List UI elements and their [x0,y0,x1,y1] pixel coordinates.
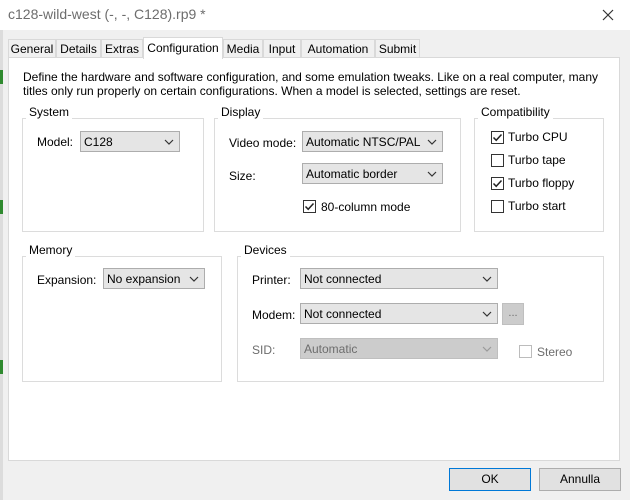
tab-details[interactable]: Details [56,39,101,57]
sid-select[interactable]: Automatic [300,338,498,359]
tab-media[interactable]: Media [223,39,263,57]
window-title: c128-wild-west (-, -, C128).rp9 * [8,6,206,22]
model-value: C128 [84,135,113,149]
80-column-mode-label: 80-column mode [321,200,411,214]
size-value: Automatic border [306,167,398,181]
video-mode-label: Video mode: [229,136,297,150]
turbo-floppy-label: Turbo floppy [508,176,575,190]
configuration-description: Define the hardware and software configu… [23,70,598,98]
turbo-floppy-checkbox[interactable] [491,177,504,190]
printer-select[interactable]: Not connected [300,268,498,289]
tab-configuration[interactable]: Configuration [143,37,223,59]
chevron-down-icon [164,139,174,145]
memory-group-title: Memory [26,243,76,257]
printer-value: Not connected [304,272,382,286]
tab-extras[interactable]: Extras [101,39,143,57]
expansion-label: Expansion: [37,273,97,287]
expansion-select[interactable]: No expansion [103,268,205,289]
video-mode-select[interactable]: Automatic NTSC/PAL [302,131,443,152]
turbo-tape-label: Turbo tape [508,153,566,167]
chevron-down-icon [482,311,492,317]
ok-button[interactable]: OK [449,468,531,491]
checkmark-icon [492,133,503,142]
sid-label: SID: [252,343,276,357]
compatibility-group-title: Compatibility [478,105,553,119]
printer-label: Printer: [252,273,291,287]
tab-automation[interactable]: Automation [301,39,375,57]
left-window-edge [0,30,3,500]
tab-submit[interactable]: Submit [375,39,420,57]
turbo-start-label: Turbo start [508,199,566,213]
model-label: Model: [37,135,74,149]
stereo-checkbox[interactable] [519,345,532,358]
modem-browse-button[interactable]: ... [502,303,524,325]
80-column-mode-checkbox[interactable] [303,200,316,213]
title-bar: c128-wild-west (-, -, C128).rp9 * [0,0,630,30]
chevron-down-icon [482,276,492,282]
close-icon [602,9,614,21]
tab-general[interactable]: General [8,39,56,57]
cancel-button[interactable]: Annulla [539,468,621,491]
devices-group-title: Devices [241,243,290,257]
size-select[interactable]: Automatic border [302,163,443,184]
stereo-label: Stereo [537,345,573,359]
chevron-down-icon [427,171,437,177]
turbo-start-checkbox[interactable] [491,200,504,213]
size-label: Size: [229,169,256,183]
system-group-title: System [26,105,73,119]
turbo-cpu-checkbox[interactable] [491,131,504,144]
chevron-down-icon [189,276,199,282]
expansion-value: No expansion [107,272,181,286]
model-select[interactable]: C128 [80,131,180,152]
turbo-cpu-label: Turbo CPU [508,130,568,144]
modem-select[interactable]: Not connected [300,303,498,324]
chevron-down-icon [482,346,492,352]
chevron-down-icon [427,139,437,145]
checkmark-icon [492,179,503,188]
checkmark-icon [304,202,315,211]
modem-label: Modem: [252,308,296,322]
turbo-tape-checkbox[interactable] [491,154,504,167]
display-group-title: Display [218,105,264,119]
sid-value: Automatic [304,342,358,356]
video-mode-value: Automatic NTSC/PAL [306,135,421,149]
modem-value: Not connected [304,307,382,321]
close-button[interactable] [586,0,630,30]
tab-input[interactable]: Input [263,39,301,57]
